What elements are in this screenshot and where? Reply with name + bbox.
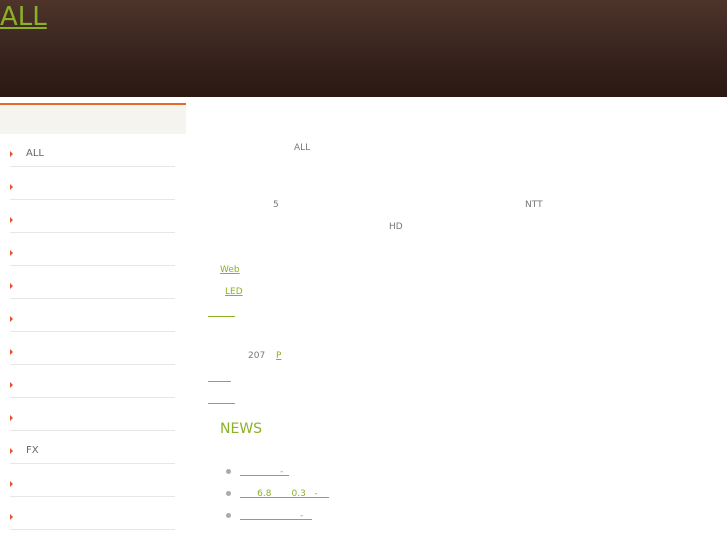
news-item-link[interactable]: - bbox=[240, 511, 312, 521]
arrow-right-icon bbox=[10, 250, 13, 256]
news-item-link[interactable]: 6.8 0.3 - bbox=[240, 489, 329, 499]
arrow-right-icon bbox=[10, 316, 13, 322]
sidebar-item[interactable] bbox=[10, 497, 175, 530]
bullet-icon bbox=[226, 469, 231, 474]
arrow-right-icon bbox=[10, 283, 13, 289]
text-hd: HD bbox=[389, 222, 403, 232]
text-ntt: NTT bbox=[525, 200, 543, 210]
intro-text-all: ALL bbox=[294, 143, 311, 153]
arrow-right-icon bbox=[10, 448, 13, 454]
news-heading: NEWS bbox=[220, 421, 263, 437]
arrow-right-icon bbox=[10, 349, 13, 355]
arrow-right-icon bbox=[10, 184, 13, 190]
sidebar-item[interactable] bbox=[10, 464, 175, 497]
sidebar-item[interactable] bbox=[10, 398, 175, 431]
arrow-right-icon bbox=[10, 415, 13, 421]
bullet-icon bbox=[226, 491, 231, 496]
sidebar-item-fx[interactable]: FX bbox=[10, 431, 175, 464]
sidebar-item[interactable] bbox=[10, 365, 175, 398]
sidebar: ALL FX bbox=[0, 103, 186, 530]
sidebar-item-all[interactable]: ALL bbox=[10, 134, 175, 167]
arrow-right-icon bbox=[10, 481, 13, 487]
sidebar-item[interactable] bbox=[10, 332, 175, 365]
text-link[interactable] bbox=[208, 403, 235, 404]
sidebar-item[interactable] bbox=[10, 299, 175, 332]
sidebar-item-label: ALL bbox=[26, 148, 44, 159]
main-content: ALL 5 NTT HD Web LED 207 P NEWS - 6.8 0.… bbox=[186, 97, 727, 545]
site-header: ALL bbox=[0, 0, 727, 97]
site-title-link[interactable]: ALL bbox=[0, 2, 104, 32]
sidebar-item[interactable] bbox=[10, 200, 175, 233]
text-count: 207 bbox=[248, 351, 266, 361]
text-link[interactable] bbox=[208, 316, 235, 317]
sidebar-menu: ALL FX bbox=[10, 134, 175, 530]
sidebar-item-label: FX bbox=[26, 445, 39, 456]
bullet-icon bbox=[226, 513, 231, 518]
text-link[interactable] bbox=[208, 381, 231, 382]
link-p[interactable]: P bbox=[276, 351, 290, 361]
sidebar-item[interactable] bbox=[10, 233, 175, 266]
news-item-link[interactable]: - bbox=[240, 467, 289, 477]
arrow-right-icon bbox=[10, 217, 13, 223]
arrow-right-icon bbox=[10, 382, 13, 388]
text-number: 5 bbox=[273, 200, 279, 210]
arrow-right-icon bbox=[10, 151, 13, 157]
link-led[interactable]: LED bbox=[225, 287, 248, 297]
sidebar-item[interactable] bbox=[10, 167, 175, 200]
sidebar-item[interactable] bbox=[10, 266, 175, 299]
link-web[interactable]: Web bbox=[220, 265, 245, 275]
sidebar-header-bar bbox=[0, 103, 186, 134]
arrow-right-icon bbox=[10, 514, 13, 520]
